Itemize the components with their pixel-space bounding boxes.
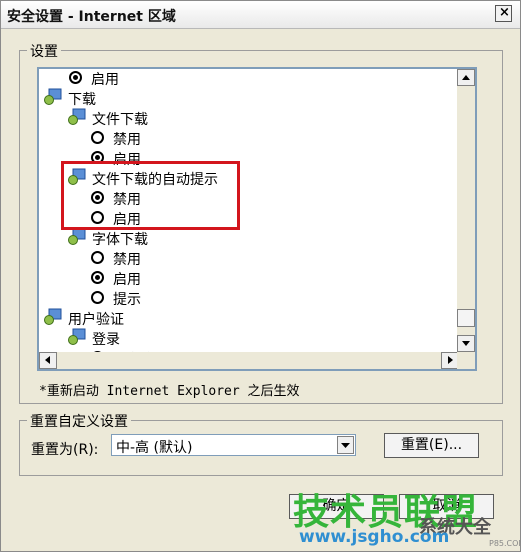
radio-button[interactable]	[91, 131, 104, 144]
reset-level-value: 中-高 (默认)	[116, 440, 193, 456]
window-title: 安全设置 - Internet 区域	[7, 9, 176, 25]
title-bar: 安全设置 - Internet 区域 ×	[1, 1, 520, 29]
scroll-thumb[interactable]	[457, 309, 475, 327]
reset-group-label: 重置自定义设置	[27, 411, 131, 431]
tree-item-label: 下载	[68, 92, 96, 108]
horizontal-scrollbar[interactable]	[39, 352, 459, 369]
tree-item-label: 文件下载	[92, 112, 148, 128]
security-settings-dialog: 安全设置 - Internet 区域 × 设置 启用 下载 文件下载 禁用 启用 文件下载…	[0, 0, 521, 552]
arrow-left-icon	[45, 356, 50, 364]
arrow-right-icon	[448, 356, 453, 364]
scroll-left-button[interactable]	[39, 352, 57, 369]
vertical-scrollbar[interactable]	[457, 69, 475, 354]
tree-item-label: 登录	[92, 332, 120, 348]
radio-button[interactable]	[91, 251, 104, 264]
arrow-down-icon	[462, 341, 470, 346]
radio-button[interactable]	[91, 271, 104, 284]
watermark-small: P85.COM	[489, 539, 521, 548]
chevron-down-icon	[341, 443, 350, 448]
reset-to-label: 重置为(R):	[31, 442, 99, 458]
reset-button[interactable]: 重置(E)...	[384, 433, 479, 458]
close-icon: ×	[499, 5, 510, 20]
reset-button-label: 重置(E)...	[400, 437, 463, 453]
scroll-up-button[interactable]	[457, 69, 475, 86]
watermark-url: www.jsgho.com	[299, 527, 450, 547]
tree-item-label: 禁用	[113, 252, 141, 268]
restart-note: *重新启动 Internet Explorer 之后生效	[39, 384, 300, 399]
tree-item-label: 启用	[91, 72, 119, 88]
settings-category-icon	[44, 88, 62, 105]
settings-category-icon	[68, 228, 86, 245]
settings-group-label: 设置	[27, 41, 61, 61]
tree-item-label: 提示	[113, 292, 141, 308]
dropdown-button[interactable]	[337, 436, 354, 454]
highlight-box	[61, 161, 240, 230]
tree-item-label: 启用	[113, 272, 141, 288]
tree-item-label: 禁用	[113, 132, 141, 148]
settings-category-icon	[68, 328, 86, 345]
tree-item-label: 用户验证	[68, 312, 124, 328]
radio-button[interactable]	[91, 291, 104, 304]
tree-item-label: 字体下载	[92, 232, 148, 248]
settings-category-icon	[44, 308, 62, 325]
settings-category-icon	[68, 108, 86, 125]
scroll-corner	[457, 352, 475, 369]
scroll-down-button[interactable]	[457, 335, 475, 352]
reset-level-select[interactable]: 中-高 (默认)	[111, 434, 356, 456]
radio-button[interactable]	[69, 71, 82, 84]
close-button[interactable]: ×	[495, 5, 512, 22]
arrow-up-icon	[462, 75, 470, 80]
